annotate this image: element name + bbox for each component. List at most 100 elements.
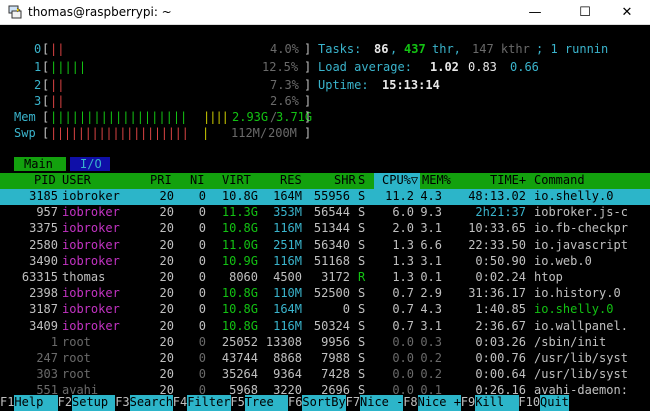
process-row[interactable]: 551 avahi 20 0 5968 3220 2696 S 0.0 0.1 0:26.16 ava…: [0, 383, 650, 399]
process-row[interactable]: 3409 iobroker 20 0 10.8G 116M 50324 S 0.7 3.1 2:36…: [0, 319, 650, 335]
cell-time: 0:03.26: [475, 334, 526, 349]
cell-res: 164M: [273, 189, 302, 203]
cell-res: 116M: [273, 253, 302, 268]
cell-cpu: 11.2: [385, 189, 414, 203]
cell-pid: 3185: [29, 189, 58, 203]
uptime-label: Uptime:: [318, 78, 369, 92]
cell-pid: 3375: [29, 221, 58, 236]
process-row[interactable]: 2398 iobroker 20 0 10.8G 110M 52500 S 0.7 2.9 31:3…: [0, 286, 650, 302]
cell-shr: 0: [342, 302, 350, 317]
col-virt[interactable]: VIRT: [222, 173, 251, 189]
cell-command: htop: [534, 270, 563, 284]
cell-pid: 957: [36, 205, 58, 220]
cell-time: 31:36.17: [468, 286, 526, 301]
cell-pri: 20: [159, 270, 174, 284]
cell-state: R: [358, 270, 366, 284]
cell-user: thomas: [62, 270, 106, 284]
cell-virt: 5968: [229, 383, 258, 398]
mem-bar: |||||||||||||||||||: [50, 110, 188, 124]
load-5min: 0.83: [468, 60, 497, 74]
process-row[interactable]: 2580 iobroker 20 0 11.0G 251M 56340 S 1.3 6.6 22:3…: [0, 238, 650, 254]
cpu-meter-1: 1 [ ||||| 12.5% ]: [34, 60, 312, 74]
cell-virt: 10.8G: [221, 318, 258, 333]
cell-mem: 0.2: [420, 351, 442, 365]
close-button[interactable]: ✕: [604, 0, 650, 24]
col-pid[interactable]: PID: [34, 173, 56, 189]
maximize-button[interactable]: ☐: [562, 0, 608, 24]
cell-command: io.shelly.0: [534, 189, 614, 203]
minimize-button[interactable]: —: [512, 0, 558, 24]
process-row[interactable]: 247 root 20 0 43744 8868 7988 S 0.0 0.2 0:00.76/us…: [0, 351, 650, 367]
col-ni[interactable]: NI: [190, 173, 204, 189]
col-cpu[interactable]: CPU%▽: [374, 173, 420, 189]
putty-app-icon: [8, 5, 22, 19]
process-row[interactable]: 63315 thomas 20 0 8060 4500 3172 R 1.3 0.1 0:02.24…: [0, 270, 650, 286]
cell-cpu: 1.3: [392, 270, 414, 284]
cell-state: S: [358, 302, 366, 317]
cell-pid: 3490: [29, 253, 58, 268]
cell-pri: 20: [159, 286, 174, 301]
cell-user: root: [62, 351, 91, 365]
cpu-bar: ||: [50, 78, 65, 92]
tab-bar: Main I/O: [0, 157, 650, 173]
cell-command: /usr/lib/syst: [534, 367, 628, 382]
cell-pri: 20: [159, 237, 174, 252]
cell-mem: 3.1: [420, 221, 442, 236]
cell-user: avahi: [62, 383, 99, 398]
cell-command: io.web.0: [534, 253, 592, 268]
col-user[interactable]: USER: [62, 173, 91, 189]
tab-io[interactable]: I/O: [70, 157, 110, 171]
cpu-label: 1: [34, 60, 42, 74]
cell-command: io.wallpanel.: [534, 318, 628, 333]
swap-bar: ||||||||||||||||||||: [50, 126, 189, 140]
cell-user: root: [62, 334, 91, 349]
cell-res: 110M: [273, 286, 302, 301]
cell-pid: 2580: [29, 237, 58, 252]
htop-screen[interactable]: 0 [ || 4.0% ] 1 [ ||||| 12.5% ] 2 [ || 7…: [0, 25, 650, 411]
process-row[interactable]: 303 root 20 0 35264 9364 7428 S 0.0 0.2 0:00.64/us…: [0, 367, 650, 383]
process-row[interactable]: 3187 iobroker 20 0 10.8G 164M 0 S 0.7 4.3 1:40.85 i…: [0, 302, 650, 318]
cell-ni: 0: [198, 270, 206, 284]
process-row[interactable]: 3185 iobroker 20 0 10.8G 164M 55956 S 11.2 4.3 48:…: [0, 189, 650, 205]
cell-command: io.javascript: [534, 237, 628, 252]
cell-res: 3220: [273, 383, 302, 398]
cell-time: 22:33.50: [468, 237, 526, 252]
col-res[interactable]: RES: [280, 173, 302, 189]
cell-ni: 0: [198, 351, 206, 365]
cell-shr: 56340: [313, 237, 350, 252]
process-row[interactable]: 3375 iobroker 20 0 10.8G 116M 51344 S 2.0 3.1 10:3…: [0, 221, 650, 237]
cell-pri: 20: [159, 351, 174, 365]
cell-user: iobroker: [62, 237, 120, 252]
col-pri[interactable]: PRI: [150, 173, 172, 189]
cell-time: 2:36.67: [475, 318, 526, 333]
cell-pid: 2398: [29, 286, 58, 301]
cpu-meter-0: 0 [ || 4.0% ]: [34, 42, 312, 56]
cell-state: S: [358, 286, 366, 301]
title-bar[interactable]: thomas@raspberrypi: ~ — ☐ ✕: [0, 0, 650, 25]
col-shr[interactable]: SHR: [334, 173, 356, 189]
cell-state: S: [358, 351, 366, 365]
cell-state: S: [358, 318, 366, 333]
process-row[interactable]: 957 iobroker 20 0 11.3G 353M 56544 S 6.0 9.3 2h21:…: [0, 205, 650, 221]
cell-pri: 20: [159, 383, 174, 398]
process-row[interactable]: 3490 iobroker 20 0 10.9G 116M 51168 S 1.3 3.1 0:50…: [0, 254, 650, 270]
tab-main[interactable]: Main: [14, 157, 66, 171]
col-command[interactable]: Command: [534, 173, 585, 189]
col-time[interactable]: TIME+: [490, 173, 526, 189]
cell-pri: 20: [159, 318, 174, 333]
cell-state: S: [358, 189, 366, 203]
cell-ni: 0: [198, 253, 206, 268]
cpu-percent: 12.5%: [262, 60, 299, 74]
cell-shr: 2696: [321, 383, 350, 398]
process-row[interactable]: 1 root 20 0 25052 13308 9956 S 0.0 0.3 0:03.26/sbi…: [0, 335, 650, 351]
load-average: Load average: 1.02 0.83 0.66: [318, 60, 650, 76]
cell-shr: 55956: [313, 189, 350, 203]
cell-res: 116M: [273, 221, 302, 236]
cell-pri: 20: [159, 205, 174, 220]
mem-label: Mem: [14, 110, 36, 124]
cell-pid: 3187: [29, 302, 58, 317]
cell-pri: 20: [159, 334, 174, 349]
col-mem[interactable]: MEM%: [422, 173, 451, 189]
cpu-percent: 2.6%: [270, 94, 299, 108]
col-state[interactable]: S: [358, 173, 365, 189]
